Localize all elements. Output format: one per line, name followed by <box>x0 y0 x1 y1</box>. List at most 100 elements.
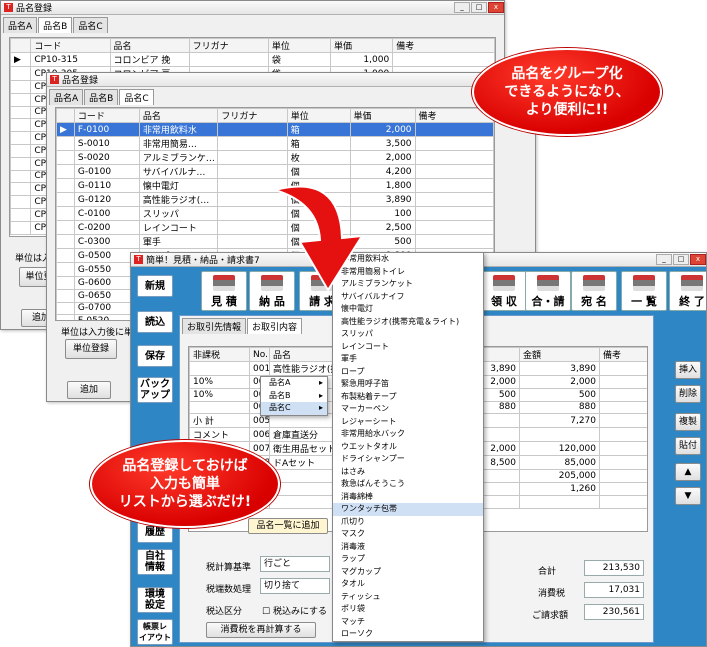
menu-item[interactable]: ロープ <box>333 366 483 379</box>
table-cell[interactable]: 1,000 <box>329 52 394 67</box>
menu-item[interactable]: 非常用給水バック <box>333 428 483 441</box>
row-action-button-2[interactable]: 削除 <box>675 385 701 403</box>
table-cell[interactable]: アルミブランケ… <box>138 150 219 165</box>
submenu-item-3[interactable]: 品名C ▸ <box>261 402 327 415</box>
table-cell[interactable] <box>414 164 494 179</box>
table-cell[interactable] <box>599 427 647 443</box>
table-cell[interactable]: ▶ <box>10 52 32 67</box>
menu-item[interactable]: マスク <box>333 528 483 541</box>
menu-item[interactable]: 懐中電灯 <box>333 303 483 316</box>
menu-item[interactable]: ワンタッチ包帯 <box>333 503 483 516</box>
table-cell[interactable] <box>189 400 250 415</box>
table-cell[interactable]: 2,000 <box>349 150 416 165</box>
table-cell[interactable] <box>414 192 494 207</box>
tax-basis-select[interactable]: 行ごと <box>260 556 330 572</box>
sidebar-button-7[interactable]: 環境 設定 <box>137 587 173 613</box>
table-cell[interactable]: 3,890 <box>519 361 600 376</box>
table-cell[interactable] <box>10 182 32 197</box>
table-row[interactable]: S-0020 アルミブランケ… 枚 2,000 <box>56 150 494 165</box>
table-cell[interactable] <box>599 455 647 471</box>
table-cell[interactable]: C-0100 <box>73 206 140 221</box>
table-cell[interactable]: 120,000 <box>519 441 600 457</box>
table-cell[interactable] <box>56 220 75 235</box>
table-cell[interactable] <box>599 482 647 496</box>
table-cell[interactable] <box>414 178 494 193</box>
menu-item[interactable]: 爪切り <box>333 516 483 529</box>
table-cell[interactable]: 880 <box>519 400 600 415</box>
menu-item[interactable]: レジャーシート <box>333 416 483 429</box>
table-cell[interactable]: 非常用飲料水 <box>138 122 219 137</box>
table-cell[interactable]: 1,260 <box>519 482 600 496</box>
table-cell[interactable] <box>10 131 32 145</box>
table-row[interactable]: ▶ F-0100 非常用飲料水 箱 2,000 <box>56 122 494 137</box>
menu-item[interactable]: ポリ袋 <box>333 603 483 616</box>
table-cell[interactable] <box>599 400 647 415</box>
table-cell[interactable]: 懐中電灯 <box>138 178 219 193</box>
maximize-button[interactable]: □ <box>471 2 487 13</box>
submenu-item-1[interactable]: 品名A ▸ <box>261 377 327 390</box>
table-cell[interactable] <box>392 52 495 67</box>
table-cell[interactable] <box>189 361 250 376</box>
table-cell[interactable]: 10% <box>189 375 250 389</box>
table-cell[interactable] <box>10 220 32 235</box>
sidebar-button-2[interactable]: 読込 <box>137 311 173 333</box>
menu-item[interactable]: はさみ <box>333 466 483 479</box>
table-cell[interactable] <box>56 192 75 207</box>
table-cell[interactable] <box>56 262 75 277</box>
table-cell[interactable]: サバイバルナ… <box>138 164 219 179</box>
table-cell[interactable] <box>56 314 75 320</box>
tab-3[interactable]: 品名C <box>119 89 154 105</box>
table-cell[interactable]: G-0120 <box>73 192 140 207</box>
table-cell[interactable]: 205,000 <box>519 469 600 484</box>
table-cell[interactable] <box>519 494 600 509</box>
table-cell[interactable] <box>414 234 494 249</box>
table-cell[interactable] <box>56 164 75 179</box>
menu-item[interactable]: マッチ <box>333 616 483 629</box>
table-cell[interactable]: 高性能ラジオ(… <box>138 192 219 207</box>
row-action-button-5[interactable]: ▲ <box>675 463 701 481</box>
table-cell[interactable] <box>414 136 494 151</box>
toolbar-button-4[interactable]: 領 収 <box>481 271 527 311</box>
minimize-button[interactable]: _ <box>454 2 470 13</box>
tab-2[interactable]: お取引内容 <box>247 318 303 334</box>
table-cell[interactable] <box>217 164 288 179</box>
unit-register-button[interactable]: 単位登録 <box>65 339 117 359</box>
table-cell[interactable]: 2,000 <box>349 122 416 137</box>
table-cell[interactable] <box>599 361 647 376</box>
table-cell[interactable] <box>10 169 32 184</box>
menu-item[interactable]: 消毒綿棒 <box>333 491 483 504</box>
table-cell[interactable]: 小 計 <box>189 413 250 429</box>
sidebar-button-4[interactable]: バック アップ <box>137 377 173 403</box>
tab-1[interactable]: 品名A <box>3 17 38 33</box>
table-cell[interactable] <box>519 427 600 443</box>
recalc-tax-button[interactable]: 消費税を再計算する <box>206 622 316 638</box>
table-cell[interactable]: C-0200 <box>73 220 140 235</box>
table-cell[interactable] <box>56 276 75 290</box>
menu-item[interactable]: 消毒液 <box>333 541 483 554</box>
table-cell[interactable] <box>217 122 288 137</box>
row-action-button-3[interactable]: 複製 <box>675 413 701 431</box>
tab-2[interactable]: 品名B <box>38 17 73 33</box>
add-button[interactable]: 追加 <box>67 381 111 399</box>
table-cell[interactable] <box>10 143 32 158</box>
table-row[interactable]: S-0010 非常用簡易… 箱 3,500 <box>56 136 494 151</box>
table-row[interactable]: ▶ CP10-315 コロンビア 挽 袋 1,000 <box>10 52 495 67</box>
table-cell[interactable] <box>217 136 288 151</box>
toolbar-button-5[interactable]: 合・請 <box>525 271 571 311</box>
menu-item[interactable]: 布製粘着テープ <box>333 391 483 404</box>
table-cell[interactable]: レインコート <box>138 220 219 235</box>
table-cell[interactable]: 軍手 <box>138 234 219 249</box>
menu-item[interactable]: 緊急用呼子笛 <box>333 378 483 391</box>
menu-item[interactable]: ティッシュ <box>333 591 483 604</box>
table-cell[interactable]: 袋 <box>267 52 332 67</box>
menu-item[interactable]: ローソク <box>333 628 483 641</box>
table-cell[interactable]: CP10-315 <box>30 52 111 67</box>
table-cell[interactable] <box>56 136 75 151</box>
table-cell[interactable]: 2,000 <box>519 375 600 389</box>
table-cell[interactable]: F-0100 <box>73 122 140 137</box>
table-cell[interactable] <box>10 92 32 107</box>
table-cell[interactable] <box>56 301 75 316</box>
table-cell[interactable] <box>10 207 32 222</box>
tab-3[interactable]: 品名C <box>73 17 108 33</box>
table-cell[interactable]: スリッパ <box>138 206 219 221</box>
